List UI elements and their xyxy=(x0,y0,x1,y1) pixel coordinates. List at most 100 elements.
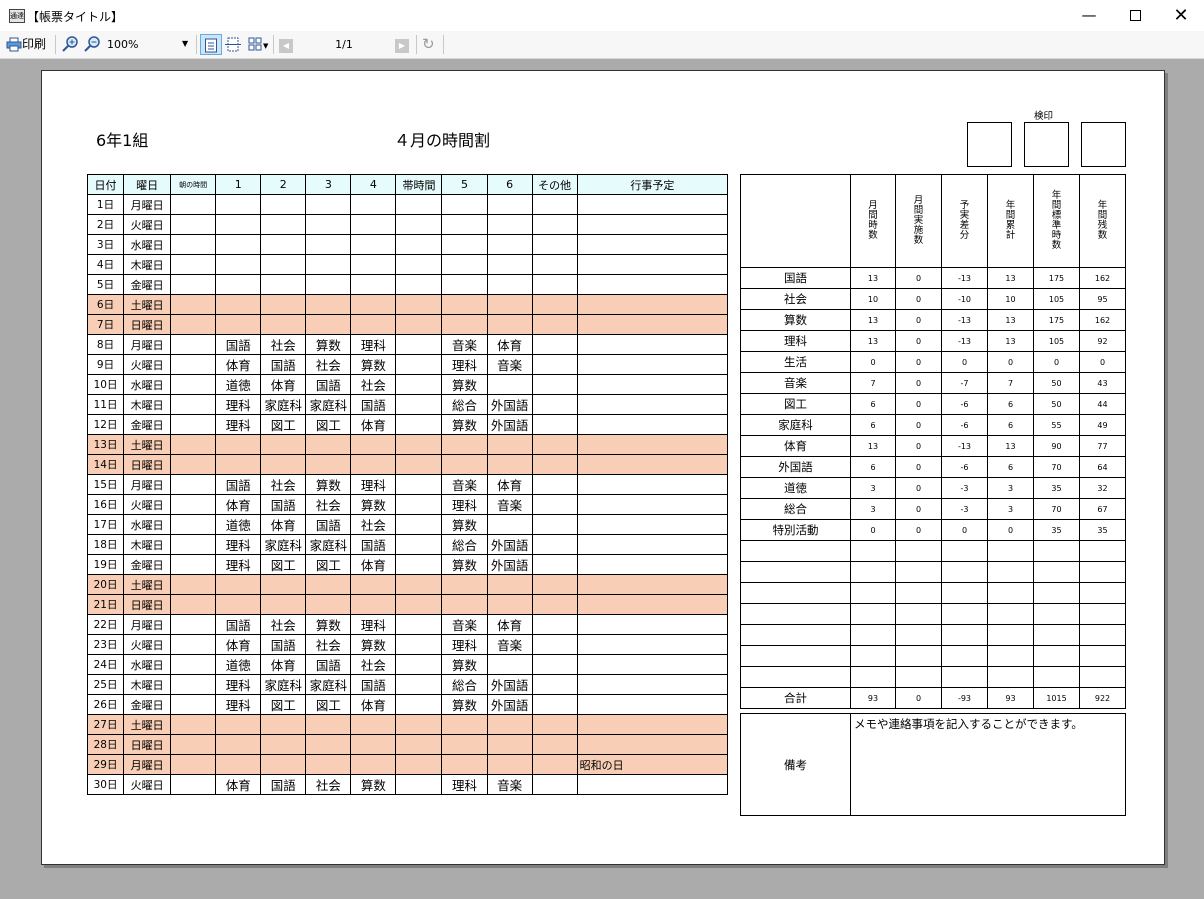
schedule-cell xyxy=(486,314,533,335)
schedule-header-cell: 朝の時間 xyxy=(170,174,217,195)
schedule-cell xyxy=(260,754,307,775)
schedule-cell: 総合 xyxy=(441,674,488,695)
stats-value: 0 xyxy=(895,456,942,478)
stats-subject xyxy=(740,666,851,688)
schedule-cell xyxy=(170,774,217,795)
schedule-cell xyxy=(576,514,729,535)
stats-value xyxy=(850,624,896,646)
schedule-cell xyxy=(305,234,352,255)
schedule-cell: 水曜日 xyxy=(123,234,172,255)
schedule-cell: 国語 xyxy=(215,474,262,495)
stats-value: 13 xyxy=(987,435,1034,457)
maximize-button[interactable] xyxy=(1112,0,1158,31)
schedule-cell: 家庭科 xyxy=(260,674,307,695)
page-number-field[interactable]: 1/1 xyxy=(300,35,388,53)
refresh-button[interactable]: ↻ xyxy=(422,35,435,53)
zoom-out-button[interactable] xyxy=(84,35,101,53)
stats-value xyxy=(895,540,942,562)
schedule-cell xyxy=(395,354,443,375)
schedule-cell xyxy=(441,314,488,335)
stats-value: 50 xyxy=(1033,372,1080,394)
schedule-cell: 7日 xyxy=(86,314,125,335)
schedule-cell xyxy=(576,434,729,455)
schedule-cell: 家庭科 xyxy=(305,534,352,555)
schedule-cell: 算数 xyxy=(350,494,397,515)
zoom-select[interactable]: 100% ▼ xyxy=(107,35,191,53)
stats-subject: 生活 xyxy=(740,351,851,373)
stats-value xyxy=(895,582,942,604)
zoom-out-icon xyxy=(84,36,100,52)
schedule-cell: 音楽 xyxy=(486,774,533,795)
schedule-cell: 18日 xyxy=(86,534,125,555)
next-page-button[interactable]: ▶ xyxy=(395,35,409,53)
schedule-cell: 音楽 xyxy=(441,474,488,495)
schedule-header-cell: その他 xyxy=(531,174,578,195)
stats-total-row: 合計 93 0 -93 93 1015 922 xyxy=(740,687,1126,709)
schedule-cell xyxy=(576,734,729,755)
schedule-cell: 社会 xyxy=(350,374,397,395)
stats-value: 0 xyxy=(895,267,942,289)
stats-value xyxy=(895,561,942,583)
minimize-button[interactable]: — xyxy=(1066,0,1112,31)
schedule-cell: 土曜日 xyxy=(123,714,172,735)
schedule-cell: 体育 xyxy=(350,694,397,715)
schedule-cell xyxy=(576,654,729,675)
page-width-button[interactable] xyxy=(225,35,241,53)
stats-value: 13 xyxy=(987,309,1034,331)
schedule-cell: 月曜日 xyxy=(123,474,172,495)
schedule-cell: 国語 xyxy=(215,614,262,635)
close-button[interactable]: ✕ xyxy=(1158,0,1204,31)
schedule-cell: 19日 xyxy=(86,554,125,575)
schedule-cell xyxy=(170,734,217,755)
schedule-cell: 月曜日 xyxy=(123,614,172,635)
stats-value xyxy=(941,624,988,646)
schedule-cell xyxy=(531,394,578,415)
stats-subject: 理科 xyxy=(740,330,851,352)
stats-value xyxy=(941,645,988,667)
zoom-in-button[interactable] xyxy=(62,35,79,53)
stats-value xyxy=(941,666,988,688)
schedule-cell xyxy=(170,614,217,635)
stats-header-cell: 年間累計 xyxy=(987,174,1034,268)
refresh-icon: ↻ xyxy=(422,35,435,53)
single-page-view-button[interactable] xyxy=(200,34,222,55)
schedule-cell: 2日 xyxy=(86,214,125,235)
schedule-cell: 理科 xyxy=(350,474,397,495)
schedule-cell: 国語 xyxy=(305,374,352,395)
schedule-cell xyxy=(395,534,443,555)
schedule-cell xyxy=(441,254,488,275)
prev-page-button[interactable]: ◀ xyxy=(279,35,293,53)
schedule-cell: 5日 xyxy=(86,274,125,295)
schedule-cell: 10日 xyxy=(86,374,125,395)
schedule-cell xyxy=(170,294,217,315)
stats-value: 162 xyxy=(1079,309,1126,331)
schedule-header-cell: 日付 xyxy=(86,174,125,195)
schedule-cell: 理科 xyxy=(350,334,397,355)
schedule-cell: 21日 xyxy=(86,594,125,615)
schedule-cell xyxy=(215,754,262,775)
stats-subject: 音楽 xyxy=(740,372,851,394)
stats-header-label: 年間標準時数 xyxy=(1051,190,1062,251)
schedule-header-cell: 帯時間 xyxy=(395,174,443,195)
schedule-cell xyxy=(395,394,443,415)
print-button[interactable]: 印刷 xyxy=(6,35,46,53)
schedule-cell xyxy=(170,754,217,775)
stats-row: 生活 0 0 0 0 0 0 xyxy=(740,351,1126,373)
stats-value: 49 xyxy=(1079,414,1126,436)
schedule-cell xyxy=(486,254,533,275)
schedule-cell xyxy=(350,594,397,615)
stats-header-row: 月間時数 月間実施数 予実差分 年間累計 年間標準時数 年間残数 xyxy=(740,174,1126,268)
schedule-cell: 13日 xyxy=(86,434,125,455)
schedule-cell xyxy=(441,234,488,255)
schedule-cell xyxy=(531,374,578,395)
schedule-row: 13日 土曜日 xyxy=(86,434,729,455)
stats-value: 35 xyxy=(1033,477,1080,499)
stats-value xyxy=(987,540,1034,562)
multi-page-button[interactable]: ▼ xyxy=(248,35,268,53)
schedule-cell: 水曜日 xyxy=(123,514,172,535)
grid-icon xyxy=(248,37,262,51)
schedule-cell xyxy=(260,214,307,235)
schedule-cell: 金曜日 xyxy=(123,414,172,435)
schedule-cell: 外国語 xyxy=(486,554,533,575)
schedule-cell: 25日 xyxy=(86,674,125,695)
